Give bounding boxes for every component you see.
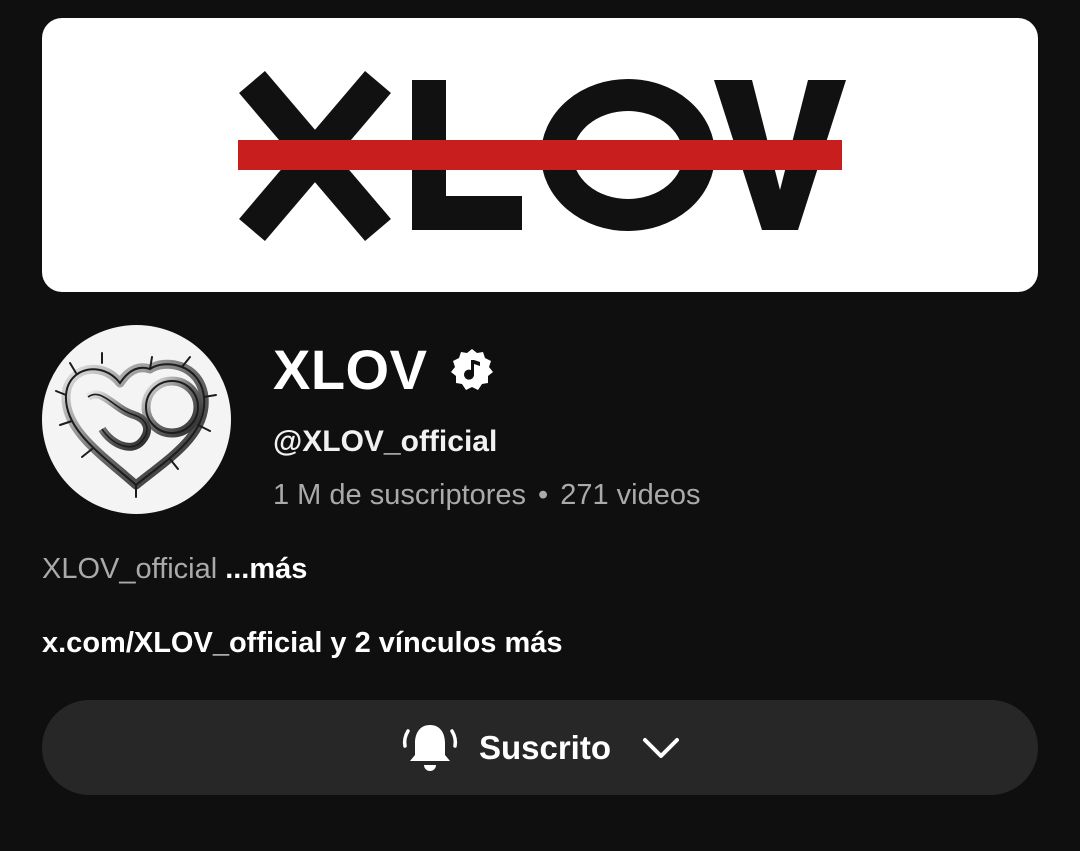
video-count: 271 videos bbox=[560, 479, 701, 511]
channel-title-row: XLOV bbox=[273, 335, 495, 405]
primary-link[interactable]: x.com/XLOV_official bbox=[42, 627, 322, 659]
subscribe-label: Suscrito bbox=[478, 728, 612, 766]
description-text: XLOV_official bbox=[42, 553, 218, 585]
music-note-verified-icon bbox=[451, 349, 494, 390]
channel-banner bbox=[42, 18, 1038, 292]
channel-handle: @XLOV_official bbox=[273, 425, 498, 458]
bell-icon bbox=[402, 724, 458, 771]
more-links[interactable]: y 2 vínculos más bbox=[330, 627, 562, 659]
meta-separator: • bbox=[538, 479, 549, 511]
channel-stats: 1 M de suscriptores • 271 videos bbox=[273, 474, 700, 516]
channel-avatar[interactable] bbox=[42, 325, 231, 514]
channel-links[interactable]: x.com/XLOV_official y 2 vínculos más bbox=[42, 622, 563, 664]
thorn-heart-icon bbox=[55, 352, 217, 498]
chevron-down-icon bbox=[643, 737, 680, 758]
channel-description[interactable]: XLOV_official ...más bbox=[42, 548, 307, 590]
xlov-logo bbox=[238, 70, 846, 242]
channel-name: XLOV bbox=[273, 338, 428, 401]
subscribed-button[interactable]: Suscrito bbox=[42, 700, 1038, 795]
subscriber-count: 1 M de suscriptores bbox=[273, 479, 527, 511]
description-more-link[interactable]: ...más bbox=[225, 553, 307, 585]
